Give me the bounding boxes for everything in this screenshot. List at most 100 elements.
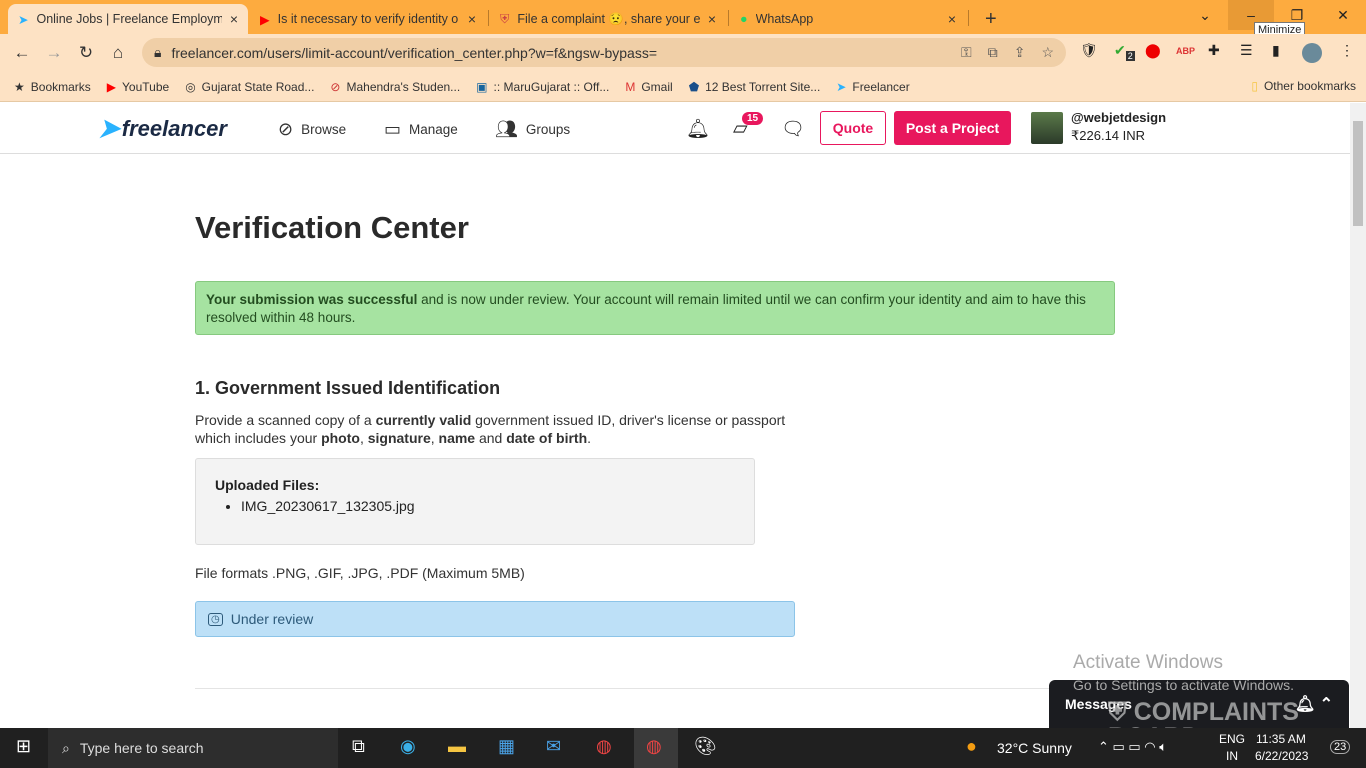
compass-icon: ⊘ — [278, 119, 294, 139]
freelancer-logo[interactable]: ➤ freelancer — [98, 113, 227, 144]
task-view-icon[interactable]: ⧉ — [352, 736, 365, 757]
bookmarks-bar: ★ Bookmarks ▶ YouTube ◎ Gujarat State Road.… — [0, 72, 1366, 102]
gmail-icon: M — [625, 79, 636, 94]
section-description: Provide a scanned copy of a currently va… — [195, 412, 786, 446]
back-button[interactable]: ← — [6, 43, 38, 63]
adblock-icon[interactable]: ABP — [1176, 46, 1195, 56]
bookmark-item[interactable]: ⊘ Mahendra's Studen... — [330, 80, 460, 94]
nav-browse[interactable]: ⊘ Browse — [278, 119, 346, 140]
key-icon[interactable]: ⚿ — [961, 44, 972, 61]
star-icon: ★ — [14, 79, 25, 94]
tab-complaints[interactable]: ⛨ File a complaint 😟, share your e × — [490, 4, 726, 34]
extensions-puzzle-icon[interactable]: ✚ — [1208, 42, 1220, 59]
store-icon[interactable]: ▦ — [498, 736, 515, 757]
quote-button[interactable]: Quote — [820, 111, 886, 145]
other-bookmarks[interactable]: ▯ Other bookmarks — [1251, 79, 1356, 93]
whatsapp-icon: ● — [740, 12, 748, 26]
activate-windows-title: Activate Windows — [1073, 652, 1223, 673]
tab-strip: ➤ Online Jobs | Freelance Employm × ▶ Is it… — [0, 0, 1366, 38]
avatar[interactable] — [1031, 112, 1063, 144]
extension-check-icon[interactable]: ✔ 2 — [1114, 42, 1135, 61]
divider — [195, 688, 1115, 689]
bookmark-item[interactable]: ◎ Gujarat State Road... — [185, 80, 314, 94]
menu-icon[interactable]: ⋮ — [1340, 42, 1354, 59]
opera-icon[interactable]: ⬤ — [1145, 42, 1161, 59]
weather-icon: ● — [966, 736, 977, 756]
chrome-active-icon[interactable]: ◍ — [634, 728, 678, 768]
folder-icon: ▯ — [1251, 79, 1258, 93]
gsrtc-icon: ◎ — [185, 79, 196, 94]
close-icon[interactable]: × — [948, 11, 956, 27]
windows-start-icon[interactable]: ⊞ — [16, 736, 31, 757]
home-button[interactable]: ⌂ — [102, 43, 134, 63]
torrent-site-icon: ⬟ — [688, 79, 700, 94]
tab-whatsapp[interactable]: ● WhatsApp × — [730, 4, 966, 34]
tab-search-icon[interactable]: ⌄ — [1182, 0, 1228, 30]
bookmark-item[interactable]: ★ Bookmarks — [14, 80, 91, 94]
freelancer-bird-icon: ➤ — [98, 113, 120, 143]
browser-toolbar: ← → ↻ ⌂ 🔒︎ freelancer.com/users/limit-ac… — [0, 34, 1366, 72]
close-icon[interactable]: × — [468, 11, 476, 27]
broken-image-icon: ⊘ — [330, 79, 341, 94]
taskbar-search[interactable]: ⌕ Type here to search — [48, 728, 338, 768]
weather-text[interactable]: 32°C Sunny — [997, 740, 1072, 756]
taskbar: ⊞ ⌕ Type here to search ⧉ ◉ ▬ ▦ ✉ ◍ ◍ 🎨︎ … — [0, 728, 1366, 768]
success-alert: Your submission was successful and is no… — [195, 281, 1115, 335]
paint-icon[interactable]: 🎨︎ — [694, 736, 717, 757]
reload-button[interactable]: ↻ — [70, 43, 102, 63]
section-title: 1. Government Issued Identification — [195, 378, 501, 398]
nav-manage[interactable]: ▭ Manage — [384, 119, 458, 140]
tab-youtube[interactable]: ▶ Is it necessary to verify identity o × — [250, 4, 486, 34]
bookmark-item[interactable]: ⬟ 12 Best Torrent Site... — [689, 80, 821, 94]
open-external-icon[interactable]: ⧉ — [988, 44, 998, 61]
date[interactable]: 6/22/2023 — [1255, 749, 1308, 763]
uploaded-files-box: Uploaded Files: IMG_20230617_132305.jpg — [195, 458, 755, 545]
reading-list-icon[interactable]: ☰ — [1240, 42, 1253, 59]
clock[interactable]: 11:35 AM — [1256, 732, 1306, 746]
page-title: Verification Center — [195, 210, 469, 245]
close-window-button[interactable]: ✕ — [1320, 0, 1366, 30]
youtube-icon: ▶ — [260, 12, 270, 27]
shield-icon: ⛨ — [500, 11, 510, 26]
side-panel-icon[interactable]: ▮ — [1272, 42, 1280, 59]
profile-avatar[interactable] — [1302, 43, 1322, 63]
site-header: ➤ freelancer ⊘ Browse ▭ Manage 👥︎ Groups 🔔︎ … — [0, 103, 1350, 154]
freelancer-icon: ➤ — [836, 79, 847, 94]
bell-icon[interactable]: 🔔︎ — [686, 117, 710, 141]
inbox-badge: 15 — [742, 112, 764, 125]
marugujarat-icon: ▣ — [476, 79, 488, 94]
chrome-icon[interactable]: ◍ — [596, 736, 612, 757]
bookmark-item[interactable]: ➤ Freelancer — [836, 80, 909, 94]
language[interactable]: ENG — [1219, 732, 1245, 746]
notification-badge[interactable]: 23 — [1330, 740, 1351, 754]
new-tab-button[interactable]: + — [975, 4, 1007, 34]
share-icon[interactable]: ⇪ — [1014, 44, 1026, 61]
bookmark-item[interactable]: ▶ YouTube — [107, 80, 169, 94]
forward-button[interactable]: → — [38, 43, 70, 63]
address-bar[interactable]: 🔒︎ freelancer.com/users/limit-account/ve… — [142, 38, 1066, 67]
lock-icon: 🔒︎ — [154, 44, 162, 60]
tray-icons[interactable]: ⌃ ▭ ▭ ◠ 🔈︎ — [1098, 739, 1167, 755]
bookmark-item[interactable]: M Gmail — [625, 80, 672, 94]
scrollbar[interactable] — [1350, 103, 1366, 728]
freelancer-icon: ➤ — [18, 12, 29, 27]
search-icon: ⌕ — [62, 739, 70, 756]
tab-freelancer[interactable]: ➤ Online Jobs | Freelance Employm × — [8, 4, 248, 34]
nav-groups[interactable]: 👥︎ Groups — [495, 119, 570, 140]
star-icon[interactable]: ☆ — [1041, 44, 1054, 61]
username[interactable]: @webjetdesign — [1071, 110, 1166, 125]
extension-shield-icon[interactable]: 🛡︎ — [1080, 42, 1098, 59]
close-icon[interactable]: × — [230, 11, 238, 27]
briefcase-icon: ▭ — [384, 119, 402, 139]
close-icon[interactable]: × — [708, 11, 716, 27]
chat-icon[interactable]: 🗨︎ — [781, 117, 805, 141]
youtube-icon: ▶ — [106, 79, 117, 94]
clock-icon: ◷ — [208, 612, 223, 626]
file-explorer-icon[interactable]: ▬ — [448, 736, 466, 757]
uploaded-file: IMG_20230617_132305.jpg — [241, 498, 735, 514]
post-project-button[interactable]: Post a Project — [894, 111, 1011, 145]
mail-icon[interactable]: ✉ — [546, 736, 561, 757]
edge-icon[interactable]: ◉ — [400, 736, 416, 757]
bookmark-item[interactable]: ▣:: MaruGujarat :: Off... — [476, 80, 609, 94]
activate-windows-subtitle: Go to Settings to activate Windows. — [1073, 677, 1294, 693]
